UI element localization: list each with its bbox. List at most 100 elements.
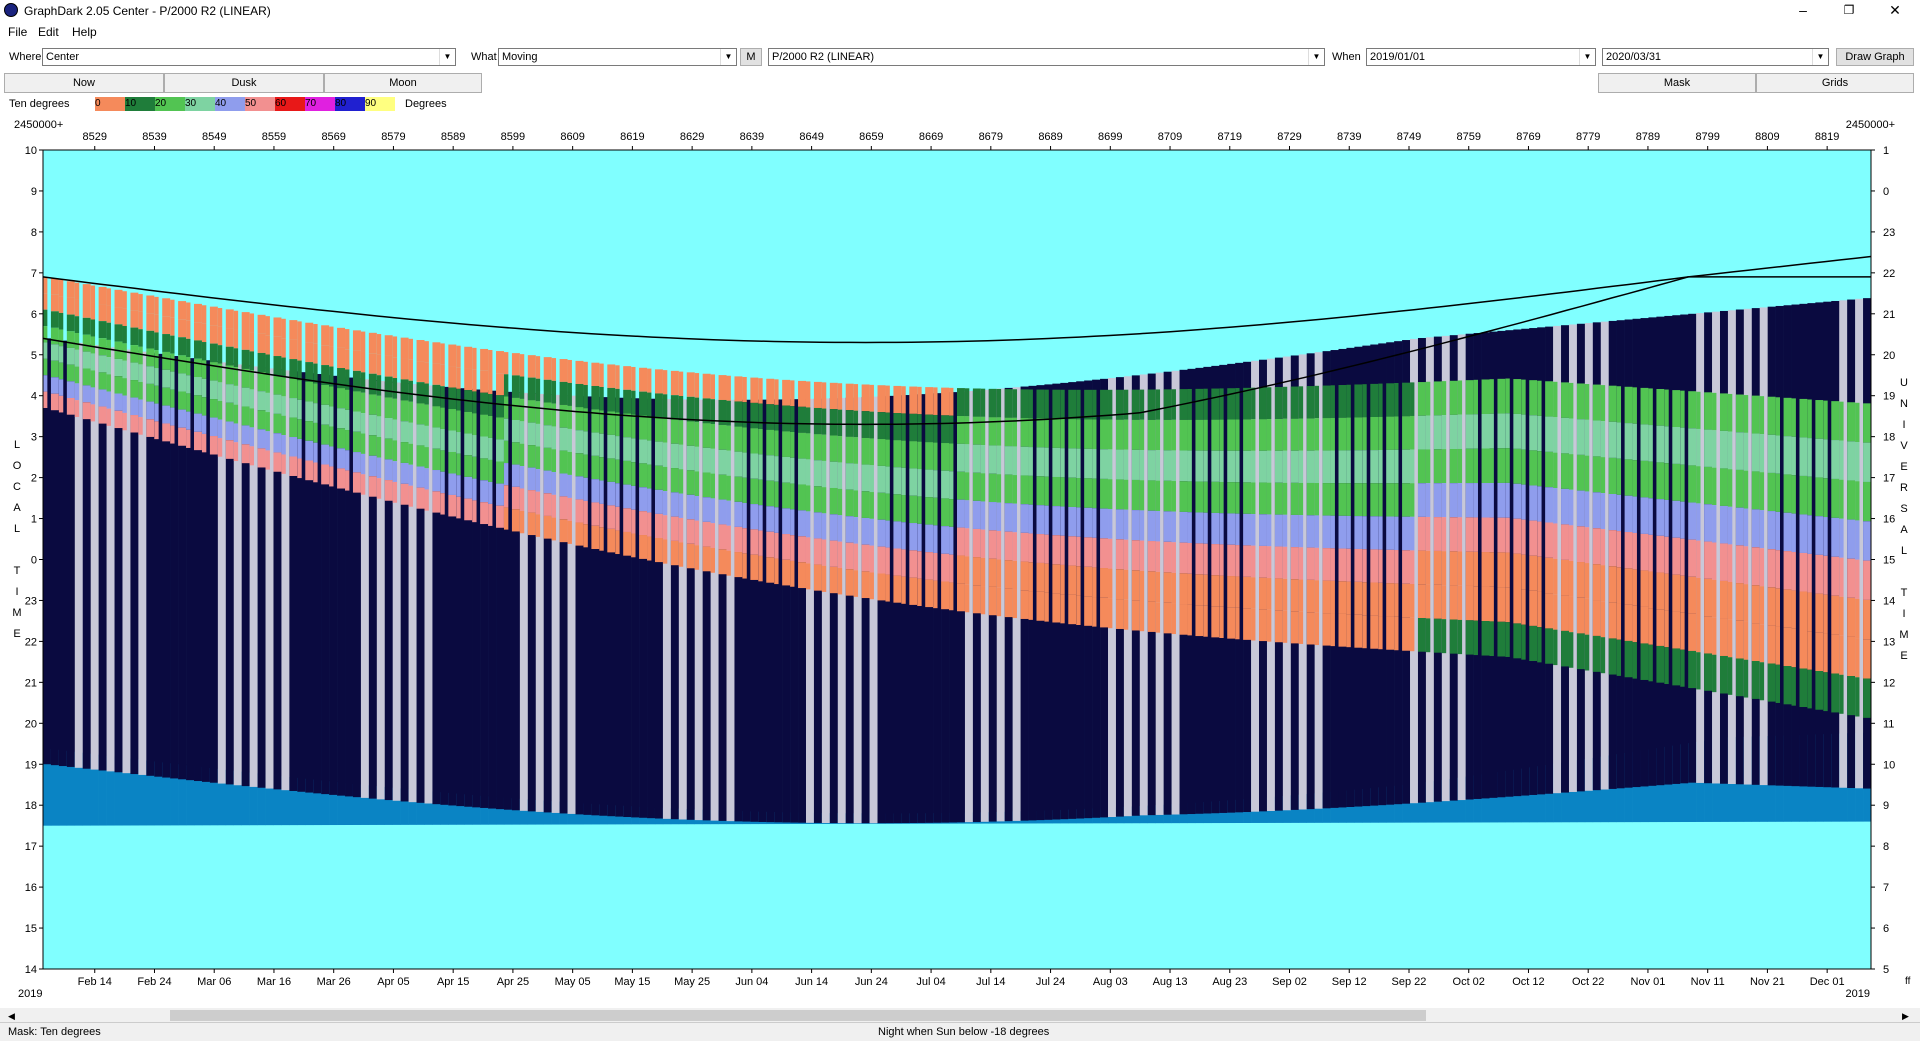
altitude-stripe (1815, 593, 1824, 633)
altitude-stripe (408, 359, 413, 381)
altitude-stripe (1441, 585, 1447, 620)
altitude-stripe (1290, 418, 1299, 451)
altitude-stripe (1187, 388, 1192, 420)
altitude-stripe (535, 378, 541, 402)
altitude-stripe (1108, 419, 1113, 450)
scroll-thumb[interactable] (170, 1010, 1426, 1021)
altitude-stripe (718, 499, 727, 525)
jd-tick-label: 8709 (1158, 131, 1182, 143)
altitude-stripe (1759, 396, 1765, 435)
altitude-stripe (1274, 482, 1283, 515)
altitude-stripe (416, 487, 425, 509)
altitude-stripe (1259, 609, 1267, 642)
altitude-stripe (702, 546, 711, 572)
altitude-stripe (1688, 502, 1697, 540)
altitude-stripe (1823, 517, 1828, 556)
altitude-stripe (1807, 592, 1812, 632)
altitude-stripe (1417, 415, 1426, 450)
altitude-stripe (1410, 516, 1415, 551)
tab-dusk[interactable]: Dusk (164, 73, 324, 93)
altitude-stripe (321, 444, 330, 465)
altitude-stripe (869, 384, 874, 412)
altitude-stripe (281, 435, 286, 455)
chart-svg: 2450000+ 2450000+ 8529 8539 8549 8559 8569 85… (12, 119, 1910, 1000)
altitude-stripe (1863, 481, 1871, 522)
when-end-select[interactable]: 2020/03/31 ▼ (1602, 48, 1829, 66)
menu-help[interactable]: Help (72, 25, 97, 39)
altitude-stripe (1704, 541, 1713, 579)
scroll-left-icon[interactable]: ◀ (8, 1011, 15, 1022)
altitude-stripe (607, 458, 616, 482)
object-select[interactable]: P/2000 R2 (LINEAR) ▼ (768, 48, 1325, 66)
where-select[interactable]: Center ▼ (42, 48, 456, 66)
tab-moon[interactable]: Moon (324, 73, 482, 93)
altitude-stripe (432, 491, 441, 513)
altitude-stripe (1076, 389, 1081, 420)
altitude-stripe (352, 391, 361, 412)
menu-edit[interactable]: Edit (38, 25, 59, 39)
tab-grids[interactable]: Grids (1756, 73, 1914, 93)
altitude-stripe (1020, 418, 1029, 447)
altitude-stripe (1783, 436, 1792, 475)
jd-tick-label: 8729 (1277, 131, 1301, 143)
altitude-stripe (662, 515, 668, 540)
draw-graph-button[interactable]: Draw Graph (1836, 48, 1914, 66)
altitude-stripe (456, 496, 461, 519)
altitude-stripe (988, 558, 997, 587)
altitude-stripe (758, 530, 763, 556)
altitude-stripe (1402, 416, 1411, 450)
altitude-stripe (1863, 403, 1871, 443)
what-select[interactable]: Moving ▼ (498, 48, 737, 66)
altitude-stripe (710, 374, 715, 400)
legend-scale: 0 10 20 30 40 50 60 70 80 90 (95, 97, 400, 111)
altitude-stripe (710, 424, 715, 449)
altitude-stripe (1648, 388, 1653, 426)
altitude-stripe (1513, 483, 1522, 519)
altitude-stripe (1068, 477, 1077, 507)
altitude-stripe (901, 440, 906, 468)
restore-button[interactable]: ❐ (1826, 0, 1872, 22)
altitude-stripe (1656, 425, 1665, 463)
altitude-stripe (1545, 416, 1554, 452)
altitude-stripe (106, 374, 111, 392)
altitude-stripe (488, 437, 493, 460)
altitude-stripe (726, 475, 731, 501)
altitude-stripe (352, 452, 361, 473)
altitude-stripe (257, 352, 266, 373)
when-start-select[interactable]: 2019/01/01 ▼ (1366, 48, 1596, 66)
tab-mask[interactable]: Mask (1598, 73, 1756, 93)
minimize-button[interactable]: – (1780, 0, 1826, 22)
altitude-stripe (154, 403, 159, 422)
altitude-stripe (305, 381, 314, 402)
tab-now[interactable]: Now (4, 73, 164, 93)
altitude-stripe (162, 334, 171, 352)
altitude-stripe (654, 393, 663, 418)
altitude-stripe (957, 499, 965, 528)
altitude-stripe (1115, 539, 1124, 570)
universal-time-axis-letter: S (1900, 503, 1907, 515)
tab-row: Now Dusk Moon Mask Grids (0, 72, 1920, 94)
universal-time-axis-letter: A (1900, 524, 1908, 536)
altitude-stripe (1608, 385, 1617, 422)
altitude-stripe (1084, 596, 1093, 626)
altitude-stripe (1807, 476, 1812, 516)
m-button[interactable]: M (740, 48, 762, 66)
altitude-stripe (1839, 440, 1844, 480)
close-button[interactable]: ✕ (1872, 0, 1918, 22)
scroll-right-icon[interactable]: ▶ (1902, 1011, 1909, 1022)
altitude-stripe (1529, 450, 1538, 486)
altitude-stripe (917, 551, 922, 579)
legend-swatch: 20 (155, 97, 185, 111)
altitude-stripe (1799, 668, 1808, 708)
altitude-stripe (1227, 607, 1236, 639)
menu-file[interactable]: File (8, 25, 27, 39)
altitude-stripe (1227, 482, 1236, 514)
altitude-stripe (980, 557, 986, 587)
altitude-stripe (941, 553, 950, 582)
altitude-stripe (1219, 481, 1224, 514)
date-tick-label: Apr 15 (437, 976, 469, 988)
altitude-stripe (1338, 613, 1347, 647)
altitude-stripe (1330, 417, 1335, 451)
altitude-stripe (750, 504, 759, 530)
altitude-stripe (1322, 483, 1331, 516)
